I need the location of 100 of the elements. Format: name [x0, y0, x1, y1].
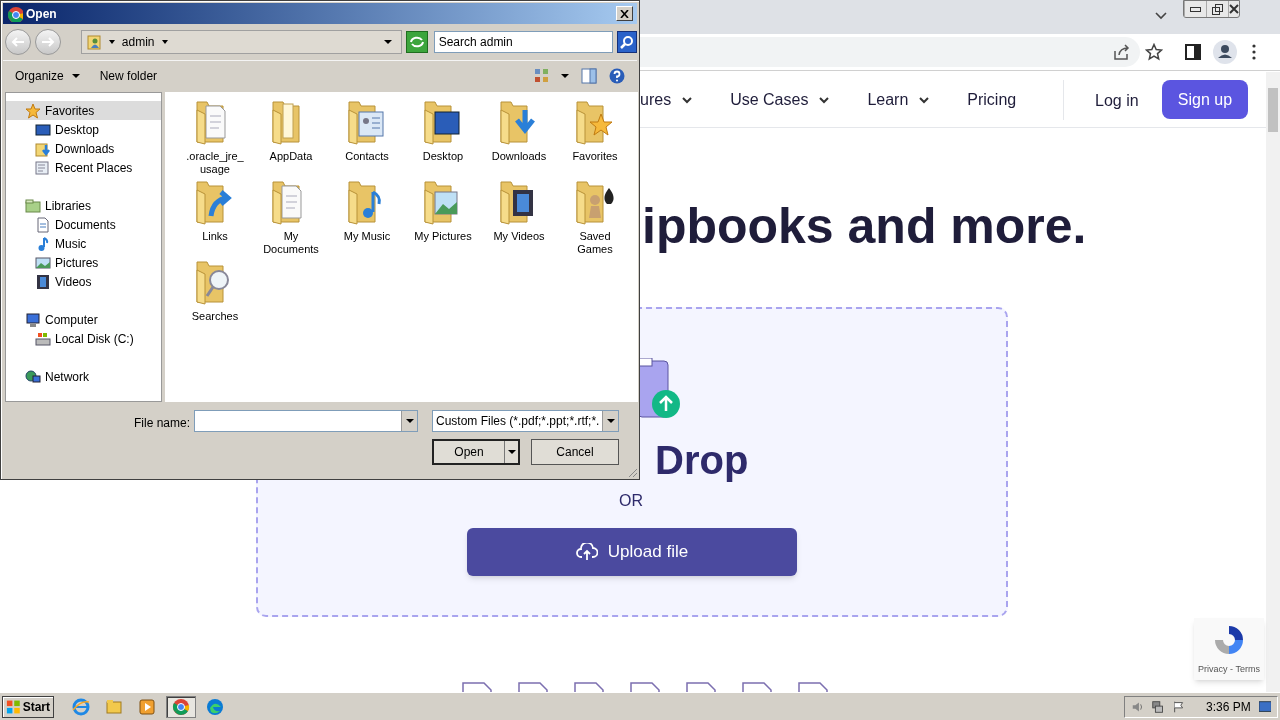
signup-button[interactable]: Sign up	[1162, 80, 1248, 119]
file-icon	[630, 682, 660, 692]
nav-link[interactable]: Pricing	[967, 88, 1017, 112]
dropdown-arrow-icon	[382, 38, 393, 46]
list-icon	[35, 159, 51, 176]
file-type-dropdown[interactable]: Custom Files (*.pdf;*.ppt;*.rtf;*.	[432, 410, 619, 432]
back-button[interactable]	[5, 29, 31, 55]
show-desktop-icon	[1258, 700, 1271, 714]
folder-icon	[25, 197, 41, 214]
view-options-button[interactable]	[535, 68, 569, 83]
file-name[interactable]: Desktop	[413, 150, 473, 163]
tab-list-icon	[1155, 10, 1167, 22]
folder-icon	[35, 140, 51, 157]
recaptcha-badge[interactable]: Privacy - Terms	[1194, 618, 1264, 680]
file-name[interactable]: Searches	[185, 310, 245, 323]
user-folder-icon	[85, 34, 102, 50]
tree-item[interactable]: Local Disk (C:)	[6, 329, 161, 348]
logo-icon	[1212, 623, 1246, 657]
file-name[interactable]: Favorites	[565, 150, 625, 163]
close-icon	[1229, 4, 1239, 14]
network-icon	[1151, 700, 1164, 714]
dropdown-arrow-icon	[507, 449, 516, 455]
arrow-left-icon	[10, 36, 25, 48]
toolbar-button[interactable]: New folder	[99, 66, 158, 85]
monitor-icon	[35, 121, 51, 138]
grid-icon	[535, 68, 549, 83]
refresh-button[interactable]	[405, 31, 428, 53]
dropdown-arrow-icon	[606, 418, 615, 424]
dropdown-arrow-icon	[405, 418, 414, 424]
tree-item[interactable]: Recent Places	[6, 158, 161, 177]
start-button[interactable]: Start	[2, 696, 54, 718]
file-name[interactable]: My Documents	[261, 230, 321, 256]
dropdown-arrow-icon	[71, 71, 80, 80]
location-bar[interactable]: admin	[80, 30, 402, 54]
preview-pane-icon	[581, 67, 597, 84]
app-icon	[7, 5, 23, 22]
film-icon	[35, 273, 51, 290]
nav-link[interactable]: Learn	[867, 88, 931, 112]
picture-icon	[35, 254, 51, 271]
tree-item[interactable]: Network	[6, 367, 161, 386]
chevron-down-icon	[918, 94, 931, 106]
login-link[interactable]: Log in	[1095, 89, 1139, 113]
scrollbar[interactable]	[1266, 72, 1280, 692]
tree-item[interactable]: Music	[6, 234, 161, 253]
star-icon	[25, 102, 41, 119]
file-name[interactable]: My Music	[337, 230, 397, 243]
file-name[interactable]: AppData	[261, 150, 321, 163]
tree-item[interactable]: Favorites	[6, 101, 161, 120]
tree-item[interactable]: Libraries	[6, 196, 161, 215]
file-name[interactable]: Downloads	[489, 150, 549, 163]
file-icon	[574, 682, 604, 692]
tree-item[interactable]: Videos	[6, 272, 161, 291]
taskbar-app-button[interactable]	[136, 696, 158, 718]
menu-icon	[1251, 44, 1257, 60]
cloud-upload-icon	[575, 543, 598, 561]
document-icon	[35, 216, 51, 233]
dropdown-arrow-icon	[561, 71, 569, 80]
share-icon	[1113, 43, 1131, 61]
computer-icon	[25, 311, 41, 328]
dropdown-arrow-icon	[160, 38, 169, 46]
tree-item[interactable]: Computer	[6, 310, 161, 329]
refresh-icon	[408, 35, 425, 49]
side-panel-icon	[1185, 44, 1201, 60]
file-name[interactable]: Links	[185, 230, 245, 243]
file-name[interactable]: .oracle_jre_usage	[185, 150, 245, 176]
open-button[interactable]: Open	[432, 439, 520, 465]
upload-button[interactable]: Upload file	[467, 528, 797, 576]
clock: 3:36 PM	[1206, 699, 1251, 716]
cancel-button[interactable]: Cancel	[531, 439, 619, 465]
toolbar-button[interactable]: Organize	[15, 66, 80, 85]
tree-item[interactable]: Downloads	[6, 139, 161, 158]
search-button[interactable]	[617, 31, 637, 53]
file-name-field[interactable]	[194, 410, 418, 432]
flag-icon	[1171, 700, 1184, 714]
close-button[interactable]	[1228, 1, 1239, 17]
tree-item[interactable]: Desktop	[6, 120, 161, 139]
folder-icon[interactable]	[573, 178, 617, 226]
logo-icon	[6, 699, 21, 715]
dropdown-arrow-icon	[107, 38, 116, 46]
nav-link[interactable]: Use Cases	[730, 88, 831, 112]
search-icon	[620, 35, 635, 49]
forward-button[interactable]	[34, 29, 61, 55]
file-name[interactable]: My Videos	[489, 230, 549, 243]
file-name[interactable]: My Pictures	[413, 230, 473, 243]
star-icon	[1145, 43, 1163, 61]
taskbar-app-button[interactable]	[166, 696, 196, 718]
profile-icon	[1213, 40, 1237, 64]
file-icon	[742, 682, 772, 692]
tree-item[interactable]: Pictures	[6, 253, 161, 272]
nav-link[interactable]: ures	[640, 88, 694, 112]
minimize-icon	[1190, 6, 1201, 12]
globe-icon	[25, 368, 41, 385]
tree-item[interactable]: Documents	[6, 215, 161, 234]
resize-grip-icon	[626, 466, 638, 478]
file-icon	[462, 682, 492, 692]
browser-icon	[72, 698, 90, 716]
search-field[interactable]: Search admin	[433, 31, 614, 53]
file-name[interactable]: Saved Games	[565, 230, 625, 256]
file-name[interactable]: Contacts	[337, 150, 397, 163]
file-icon	[518, 682, 548, 692]
